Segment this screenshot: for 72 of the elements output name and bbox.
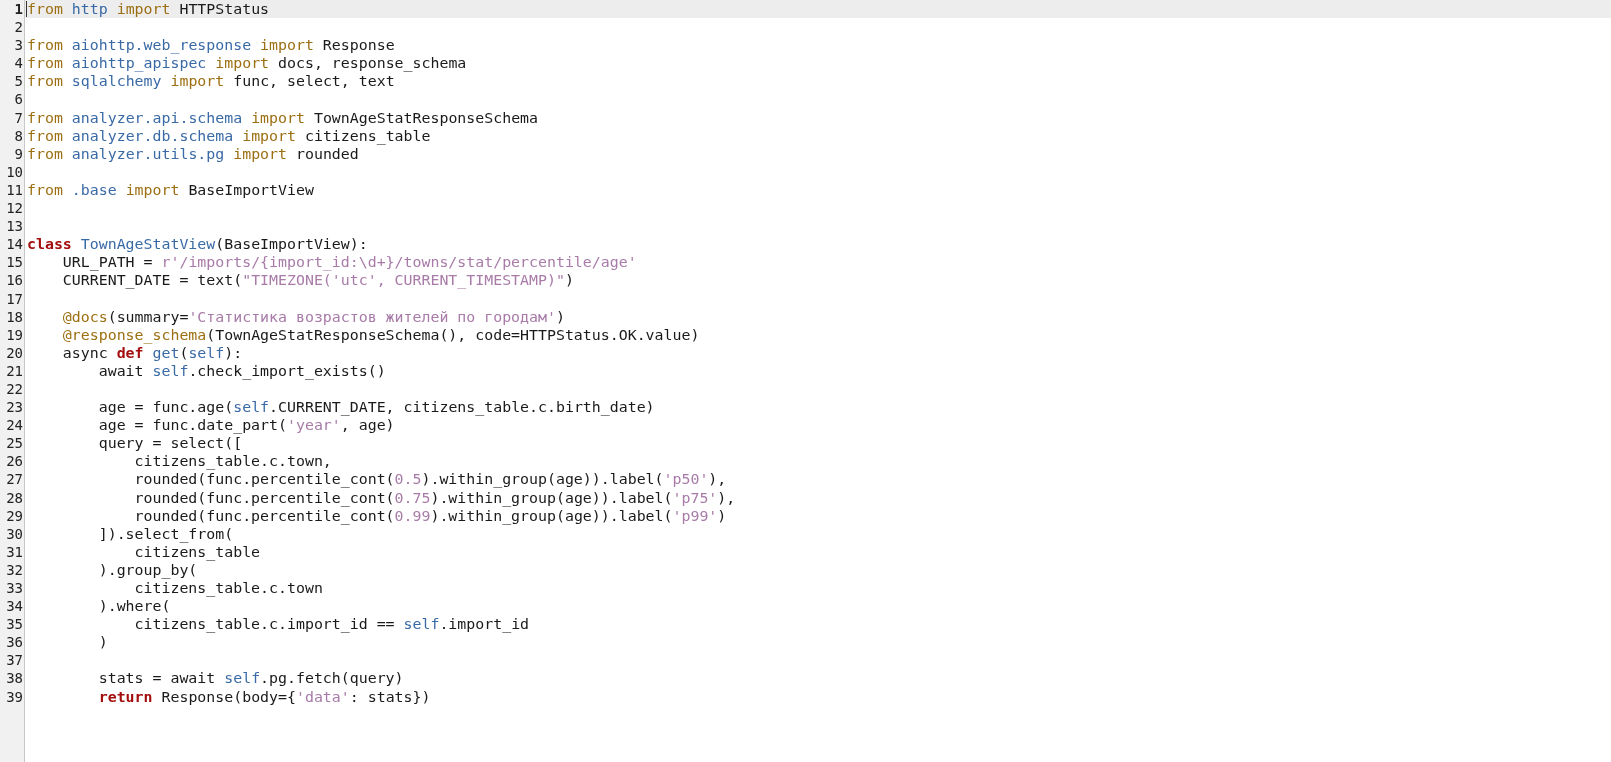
line-number: 8 xyxy=(13,126,24,145)
code-line: query = select([ xyxy=(97,434,243,453)
code-line: ]).select_from( xyxy=(97,524,234,543)
line-number: 38 xyxy=(5,669,24,688)
code-line: from aiohttp.web_response import Response xyxy=(27,36,395,55)
code-line: async def get(self): xyxy=(61,343,243,362)
line-number: 15 xyxy=(5,253,24,272)
line-number: 13 xyxy=(5,217,24,236)
line-number: 12 xyxy=(5,199,24,218)
line-number: 21 xyxy=(5,361,24,380)
line-number: 22 xyxy=(5,379,24,399)
code-line: citizens_table.c.town xyxy=(133,579,323,597)
code-line: from analyzer.utils.pg import rounded xyxy=(27,144,359,163)
line-number: 6 xyxy=(13,90,24,109)
code-line: from http import HTTPStatus xyxy=(27,0,270,18)
line-number: 11 xyxy=(5,180,24,200)
code-line: return Response(body={'data': stats}) xyxy=(97,687,431,706)
line-number: 30 xyxy=(5,524,24,543)
line-number: 17 xyxy=(5,289,24,308)
code-line: rounded(func.percentile_cont(0.99).within_group(age)).label('p99') xyxy=(133,506,727,525)
line-number: 39 xyxy=(5,687,24,706)
line-number: 25 xyxy=(5,434,24,453)
line-number: 14 xyxy=(5,235,24,254)
text-cursor xyxy=(26,1,27,17)
code-line: class TownAgeStatView(BaseImportView): xyxy=(27,235,368,254)
line-number: 16 xyxy=(5,271,24,290)
line-number: 9 xyxy=(13,144,24,163)
code-line: CURRENT_DATE = text("TIMEZONE('utc', CURRENT_TIMESTAMP)") xyxy=(61,271,574,290)
code-line: ).group_by( xyxy=(97,560,198,579)
code-line: ).where( xyxy=(97,597,171,616)
code-line: rounded(func.percentile_cont(0.5).within_group(age)).label('p50'), xyxy=(133,470,727,489)
code-line: @docs(summary='Статистика возрастов жителей по городам') xyxy=(61,307,565,326)
line-number: 2 xyxy=(13,18,24,37)
line-number: 23 xyxy=(5,398,24,417)
line-number: 34 xyxy=(5,597,24,616)
line-number: 27 xyxy=(5,470,24,489)
line-number: 26 xyxy=(5,452,24,471)
code-line: from analyzer.db.schema import citizens_table xyxy=(27,126,431,145)
code-line: citizens_table xyxy=(134,542,261,561)
code-line: @response_schema(TownAgeStatResponseSchema(), code=HTTPStatus.OK.value) xyxy=(61,325,700,344)
code-line: citizens_table.c.town, xyxy=(133,452,332,471)
line-number: 32 xyxy=(5,560,24,579)
code-line: from sqlalchemy import func, select, text xyxy=(27,72,395,91)
code-line: from .base import BaseImportView xyxy=(27,180,314,199)
code-line: ) xyxy=(97,633,108,652)
line-number: 29 xyxy=(5,506,24,525)
line-number: 37 xyxy=(5,651,24,670)
code-editor[interactable] xyxy=(0,0,1611,762)
code-line: from aiohttp_apispec import docs, response_schema xyxy=(27,54,467,73)
line-number: 3 xyxy=(13,36,24,55)
code-line: citizens_table.c.import_id == self.import_id xyxy=(133,615,530,634)
line-number: 24 xyxy=(5,416,24,435)
line-number: 18 xyxy=(5,307,24,326)
line-number: 35 xyxy=(5,615,24,634)
code-line: age = func.date_part('year', age) xyxy=(97,416,395,435)
line-number: 33 xyxy=(5,579,24,598)
line-number: 10 xyxy=(5,162,24,181)
line-number: 7 xyxy=(13,108,24,127)
code-line: stats = await self.pg.fetch(query) xyxy=(97,669,404,688)
line-number: 19 xyxy=(5,325,24,344)
line-number: 1 xyxy=(13,0,24,19)
code-line: URL_PATH = r'/imports/{import_id:\d+}/towns/stat/percentile/age' xyxy=(61,253,637,272)
line-number: 20 xyxy=(5,343,24,362)
code-line: await self.check_import_exists() xyxy=(97,361,386,380)
line-number: 4 xyxy=(13,54,24,73)
line-number: 36 xyxy=(5,633,24,652)
line-number: 5 xyxy=(13,72,24,91)
code-line: from analyzer.api.schema import TownAgeStatResponseSchema xyxy=(27,108,539,127)
code-line: age = func.age(self.CURRENT_DATE, citizens_table.c.birth_date) xyxy=(97,398,655,417)
line-number: 31 xyxy=(5,542,24,561)
code-line: rounded(func.percentile_cont(0.75).within_group(age)).label('p75'), xyxy=(133,488,736,507)
line-number: 28 xyxy=(5,488,24,507)
